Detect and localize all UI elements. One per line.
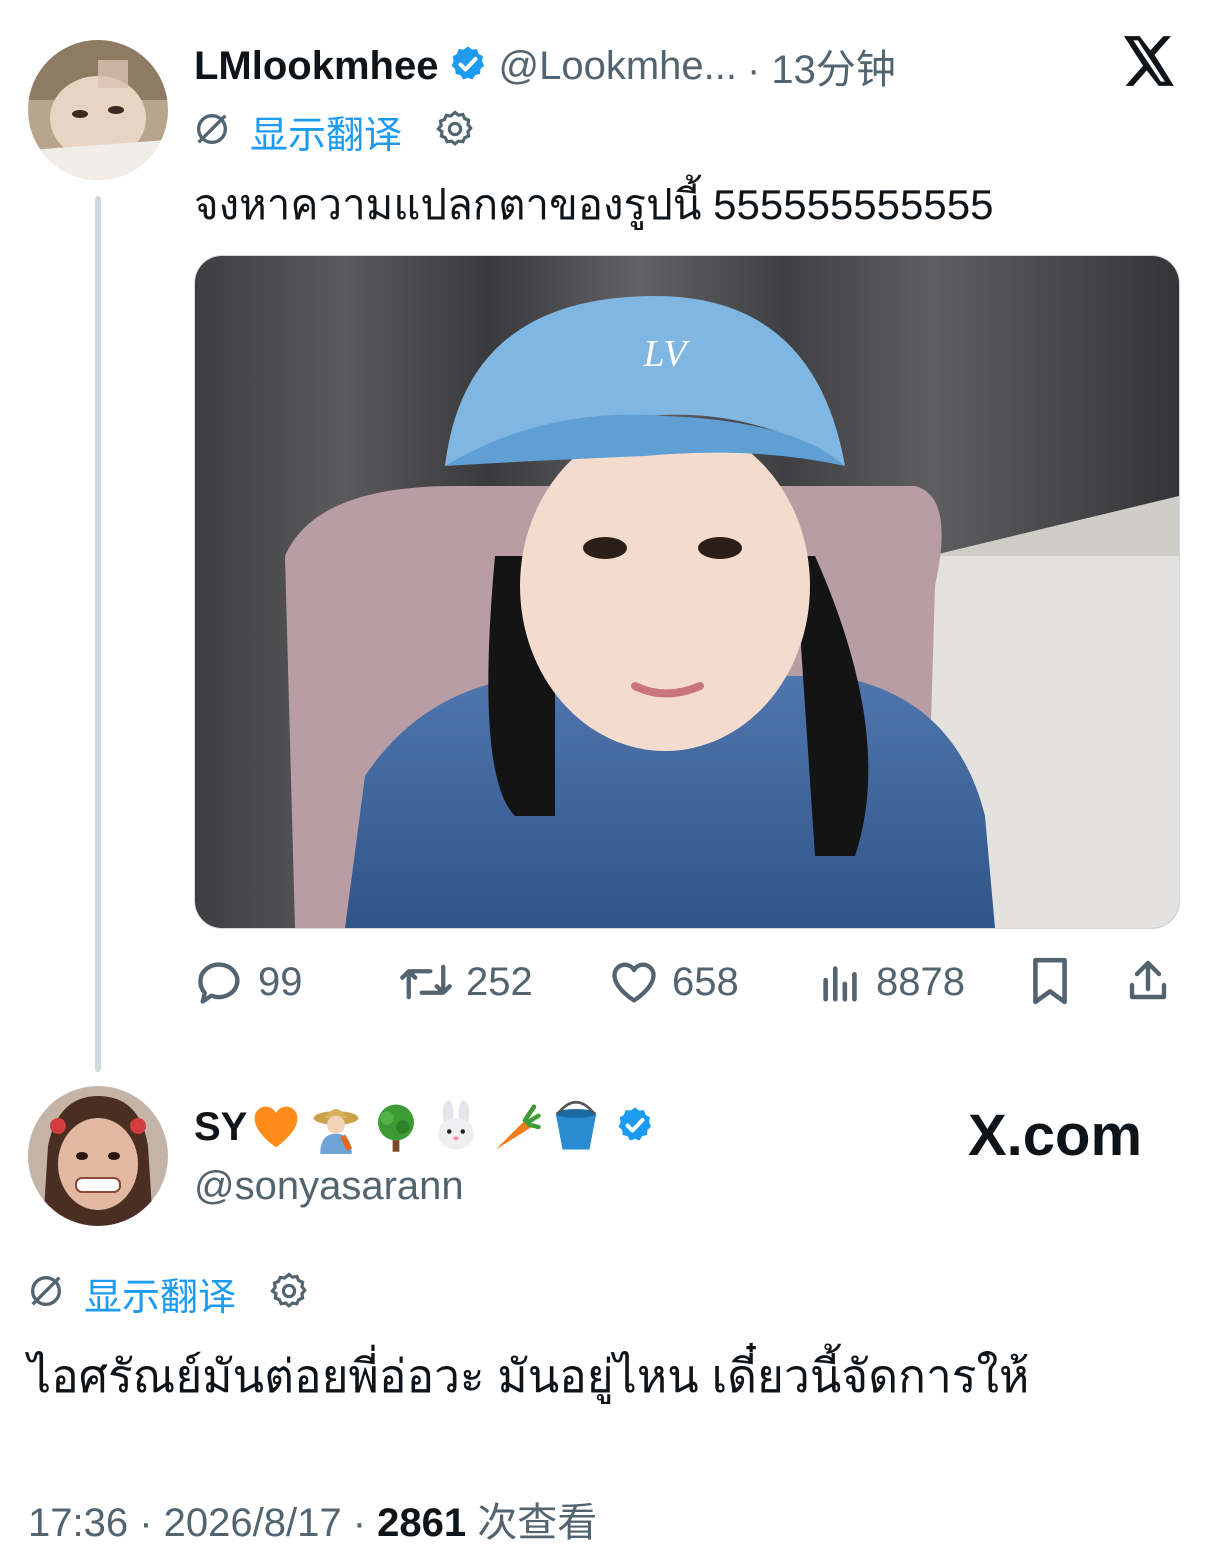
- gear-icon[interactable]: [434, 108, 476, 155]
- reply-count: 99: [258, 959, 303, 1004]
- reply-translate-globe-icon: [26, 1271, 66, 1316]
- reply-header-name-row: SY: [194, 1094, 655, 1160]
- author-handle[interactable]: @Lookmhe...: [498, 44, 737, 89]
- reply-translate-row: 显示翻译: [26, 1266, 310, 1320]
- like-count: 658: [672, 959, 739, 1004]
- translate-row: 显示翻译: [192, 104, 476, 158]
- carrot-icon: [496, 1104, 542, 1150]
- show-translation-link[interactable]: 显示翻译: [250, 104, 402, 159]
- tweet-actions: 99 252 658 8878: [194, 952, 1178, 1012]
- bucket-icon: [556, 1100, 597, 1150]
- reply-author-name[interactable]: SY: [194, 1105, 247, 1150]
- reply-text: ไอศรัณย์มันต่อยพี่อ่อวะ มันอยู่ไหน เดี๋ย…: [28, 1350, 1030, 1402]
- x-logo-icon[interactable]: [1124, 36, 1176, 91]
- tweet-time[interactable]: · 13分钟: [747, 37, 896, 95]
- tree-icon: [378, 1104, 415, 1152]
- farmer-icon: [313, 1109, 359, 1154]
- retweet-icon: [398, 956, 454, 1008]
- reply-gear-icon[interactable]: [268, 1270, 310, 1317]
- reply-view-label: 次查看: [477, 1501, 598, 1545]
- reply-author-avatar[interactable]: [28, 1086, 168, 1226]
- author-avatar[interactable]: [28, 40, 168, 180]
- reply-button[interactable]: 99: [194, 952, 303, 1012]
- translate-globe-icon: [192, 109, 232, 154]
- like-button[interactable]: 658: [608, 952, 739, 1012]
- bar-chart-icon: [818, 958, 864, 1006]
- tweet-photo[interactable]: LV: [194, 255, 1180, 929]
- reply-verified-badge-icon: [615, 1105, 655, 1150]
- author-name[interactable]: LMlookmhee: [194, 44, 438, 89]
- heart-icon: [608, 956, 660, 1008]
- orange-heart-icon: [254, 1106, 298, 1148]
- views-button[interactable]: 8878: [818, 952, 965, 1012]
- reply-author-handle[interactable]: @sonyasarann: [194, 1164, 464, 1209]
- reply-bubble-icon: [194, 956, 246, 1008]
- reply-view-count: 2861: [377, 1501, 467, 1545]
- tweet-header: LMlookmhee @Lookmhe... · 13分钟: [194, 38, 896, 94]
- x-com-watermark: X.com: [968, 1103, 1143, 1168]
- bookmark-icon[interactable]: [1028, 956, 1072, 1011]
- reply-show-translation-link[interactable]: 显示翻译: [84, 1266, 236, 1321]
- thread-connector-line: [95, 196, 101, 1072]
- svg-text:LV: LV: [643, 333, 691, 375]
- retweet-count: 252: [466, 959, 533, 1004]
- rabbit-face-icon: [438, 1100, 475, 1150]
- reply-timestamp[interactable]: 17:36 · 2026/8/17 ·: [28, 1501, 366, 1545]
- share-upload-icon[interactable]: [1124, 956, 1172, 1011]
- retweet-button[interactable]: 252: [398, 952, 533, 1012]
- tweet-text: จงหาความแปลกตาของรูปนี้ 555555555555: [194, 181, 994, 228]
- reply-meta: 17:36 · 2026/8/17 · 2861 次查看: [28, 1490, 597, 1548]
- verified-badge-icon: [448, 44, 488, 89]
- view-count: 8878: [876, 959, 965, 1004]
